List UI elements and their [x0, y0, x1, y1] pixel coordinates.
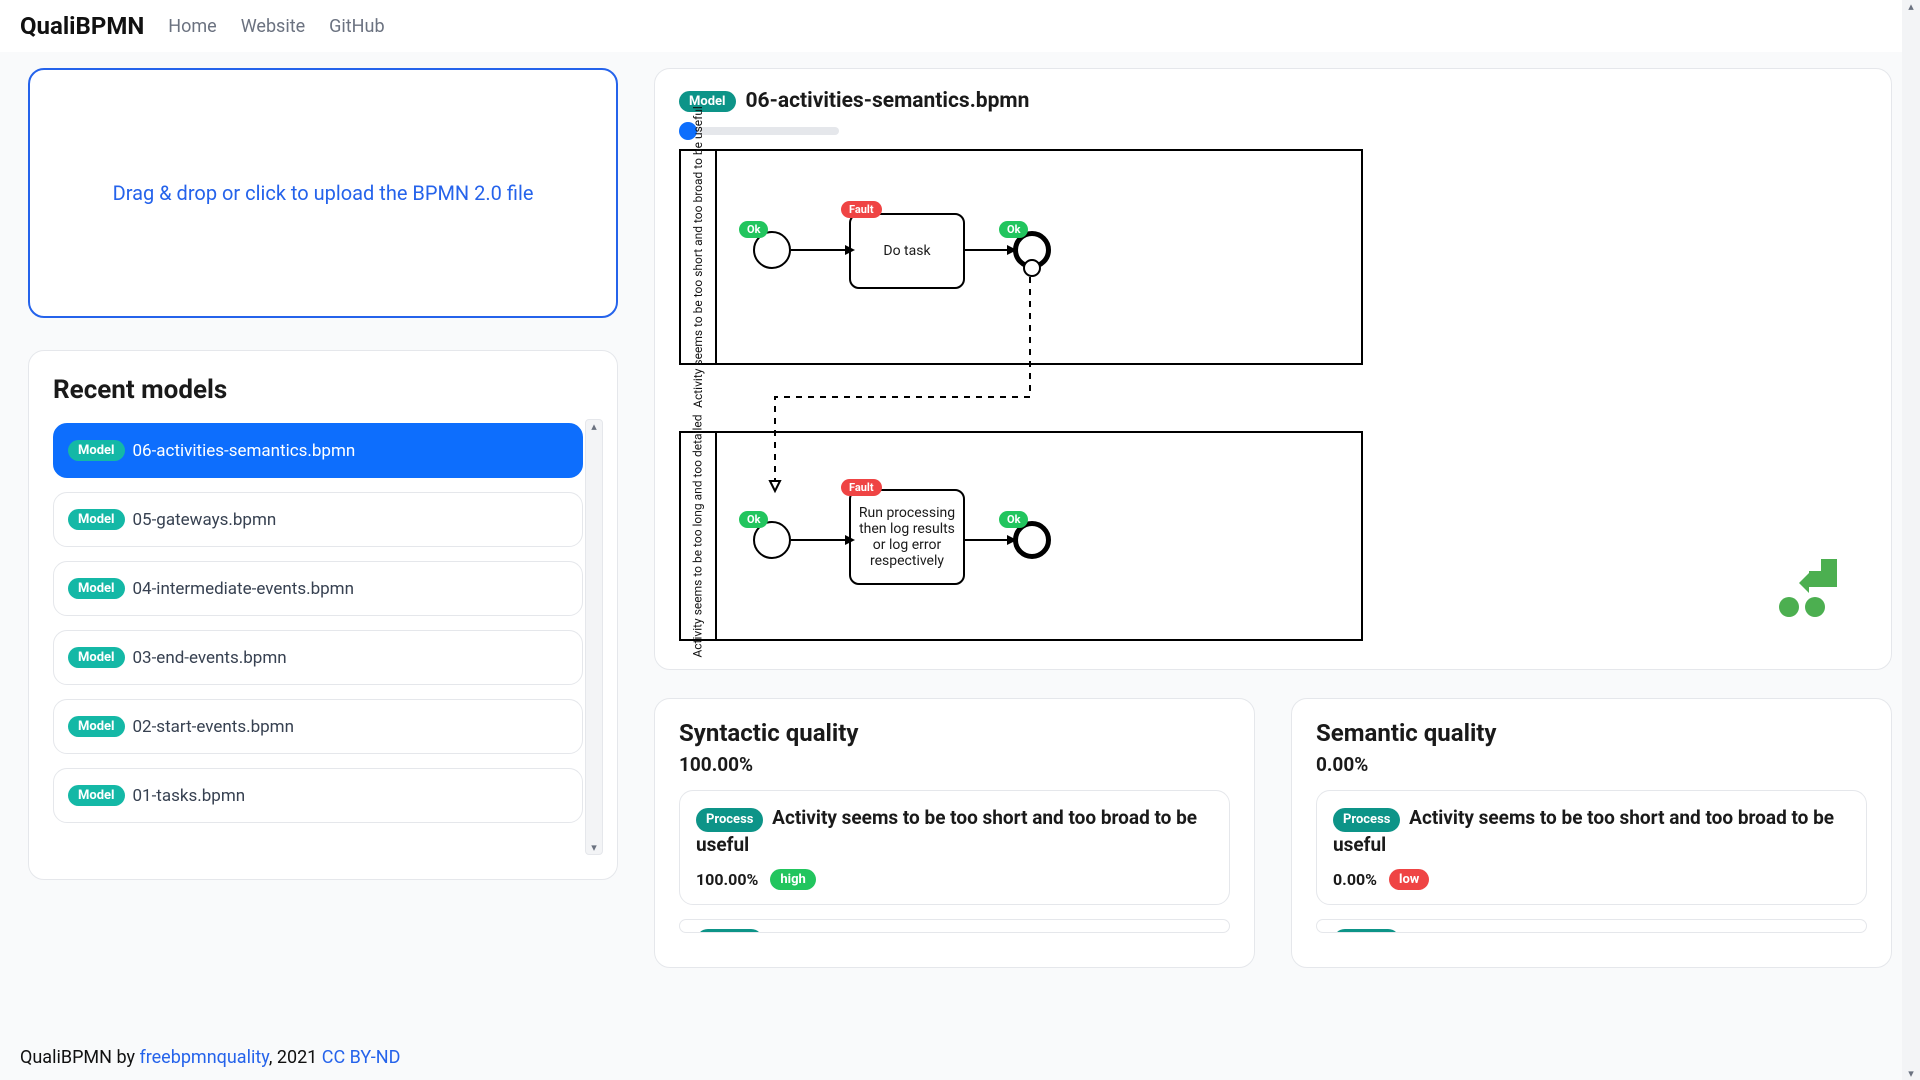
scroll-down-icon[interactable]: ▾: [1902, 1067, 1920, 1080]
model-item[interactable]: Model 05-gateways.bpmn: [53, 492, 583, 547]
recent-models-title: Recent models: [53, 375, 601, 405]
model-item[interactable]: Model 01-tasks.bpmn: [53, 768, 583, 823]
process-badge: Process: [696, 808, 763, 832]
scroll-up-icon[interactable]: ▴: [586, 420, 602, 433]
model-name: 01-tasks.bpmn: [133, 786, 246, 806]
model-name: 05-gateways.bpmn: [133, 510, 277, 530]
process-badge: Process: [1333, 808, 1400, 832]
model-badge: Model: [68, 578, 125, 599]
model-badge: Model: [68, 440, 125, 461]
model-item[interactable]: Model 04-intermediate-events.bpmn: [53, 561, 583, 616]
upload-dropzone[interactable]: Drag & drop or click to upload the BPMN …: [28, 68, 618, 318]
quality-item-meta: 100.00% high: [696, 869, 1213, 890]
footer-link-license[interactable]: CC BY-ND: [322, 1047, 401, 1068]
diagram-card: Model 06-activities-semantics.bpmn Activ…: [654, 68, 1892, 670]
navbar: QualiBPMN Home Website GitHub: [0, 0, 1920, 52]
scroll-down-icon[interactable]: ▾: [586, 841, 602, 854]
ok-badge: Ok: [999, 511, 1028, 528]
model-item[interactable]: Model 06-activities-semantics.bpmn: [53, 423, 583, 478]
lane-2-label: Activity seems to be too long and too de…: [681, 433, 717, 639]
nav-link-home[interactable]: Home: [168, 16, 216, 37]
model-name: 06-activities-semantics.bpmn: [133, 441, 356, 461]
bpmn-diagram[interactable]: Activity seems to be too short and too b…: [679, 149, 1867, 649]
model-badge: Model: [68, 785, 125, 806]
footer-mid: , 2021: [269, 1047, 322, 1068]
task-do-task[interactable]: Do task: [849, 213, 965, 289]
semantic-quality-card: Semantic quality 0.00% Process Activity …: [1291, 698, 1892, 968]
quality-item[interactable]: Process: [1316, 919, 1867, 933]
syntactic-pct: 100.00%: [679, 753, 1230, 776]
fault-badge: Fault: [841, 479, 882, 496]
quality-item-pct: 100.00%: [696, 870, 758, 889]
nav-link-website[interactable]: Website: [241, 16, 305, 37]
page-scrollbar[interactable]: ▴ ▾: [1902, 0, 1920, 1080]
quality-item-title: Process Activity seems to be too short a…: [696, 805, 1213, 859]
quality-item-title: Process Activity seems to be too short a…: [1333, 805, 1850, 859]
lane-1-label: Activity seems to be too short and too b…: [681, 151, 717, 363]
model-badge: Model: [68, 647, 125, 668]
quality-item[interactable]: Process Activity seems to be too short a…: [1316, 790, 1867, 905]
footer: QualiBPMN by freebpmnquality, 2021 CC BY…: [20, 1047, 400, 1068]
diagram-header: Model 06-activities-semantics.bpmn: [679, 89, 1867, 113]
model-name: 03-end-events.bpmn: [133, 648, 287, 668]
lane-2: Activity seems to be too long and too de…: [679, 431, 1363, 641]
process-badge: Process: [696, 929, 763, 933]
footer-prefix: QualiBPMN by: [20, 1047, 139, 1068]
syntactic-title: Syntactic quality: [679, 719, 1230, 747]
quality-item-pct: 0.00%: [1333, 870, 1377, 889]
level-badge: high: [770, 869, 815, 890]
ok-badge: Ok: [739, 221, 768, 238]
semantic-pct: 0.00%: [1316, 753, 1867, 776]
bpmn-io-logo-icon[interactable]: [1775, 557, 1839, 621]
quality-item-meta: 0.00% low: [1333, 869, 1850, 890]
model-item[interactable]: Model 03-end-events.bpmn: [53, 630, 583, 685]
lane-1: Activity seems to be too short and too b…: [679, 149, 1363, 365]
footer-link-author[interactable]: freebpmnquality: [139, 1047, 268, 1068]
model-name: 02-start-events.bpmn: [133, 717, 294, 737]
brand-logo[interactable]: QualiBPMN: [20, 12, 144, 40]
model-badge: Model: [68, 509, 125, 530]
diagram-model-name: 06-activities-semantics.bpmn: [746, 89, 1030, 113]
quality-row: Syntactic quality 100.00% Process Activi…: [654, 698, 1892, 968]
recent-scrollbar[interactable]: ▴ ▾: [585, 419, 603, 855]
scroll-up-icon[interactable]: ▴: [1902, 0, 1920, 13]
ok-badge: Ok: [999, 221, 1028, 238]
syntactic-quality-card: Syntactic quality 100.00% Process Activi…: [654, 698, 1255, 968]
process-badge: Process: [1333, 929, 1400, 933]
level-badge: low: [1389, 869, 1429, 890]
recent-models-list: Model 06-activities-semantics.bpmn Model…: [53, 423, 601, 843]
quality-item[interactable]: Process: [679, 919, 1230, 933]
model-item[interactable]: Model 02-start-events.bpmn: [53, 699, 583, 754]
dropzone-text: Drag & drop or click to upload the BPMN …: [113, 181, 534, 205]
nav-link-github[interactable]: GitHub: [329, 16, 384, 37]
recent-models-card: Recent models Model 06-activities-semant…: [28, 350, 618, 880]
ok-badge: Ok: [739, 511, 768, 528]
quality-item[interactable]: Process Activity seems to be too short a…: [679, 790, 1230, 905]
task-run-processing[interactable]: Run processing then log results or log e…: [849, 489, 965, 585]
boundary-event[interactable]: [1023, 259, 1041, 277]
model-badge: Model: [68, 716, 125, 737]
semantic-title: Semantic quality: [1316, 719, 1867, 747]
fault-badge: Fault: [841, 201, 882, 218]
model-name: 04-intermediate-events.bpmn: [133, 579, 354, 599]
model-badge: Model: [679, 91, 736, 112]
